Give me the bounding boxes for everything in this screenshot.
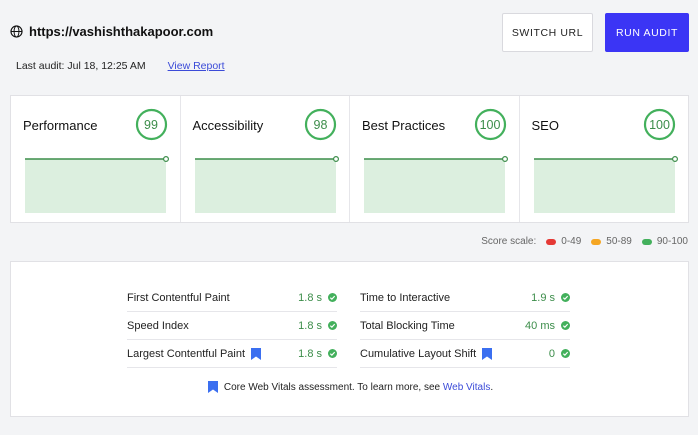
metric-total-blocking-time: Total Blocking Time 40 ms bbox=[360, 312, 570, 340]
legend-item-average: 50-89 bbox=[591, 236, 632, 247]
score-scale-label: Score scale: bbox=[481, 236, 537, 247]
url-row: https://vashishthakapoor.com bbox=[10, 24, 213, 39]
metrics-panel: First Contentful Paint 1.8 s Speed Index… bbox=[10, 261, 689, 417]
card-title: SEO bbox=[531, 118, 559, 133]
metric-value: 1.8 s bbox=[298, 319, 322, 332]
score-gauge: 99 bbox=[135, 108, 168, 141]
score-card-best-practices[interactable]: Best Practices 100 bbox=[350, 96, 520, 222]
score-gauge: 100 bbox=[474, 108, 507, 141]
red-pill-icon bbox=[546, 238, 557, 245]
audit-row: Last audit: Jul 18, 12:25 AM View Report bbox=[16, 60, 225, 72]
check-circle-icon bbox=[328, 349, 337, 358]
metric-value: 0 bbox=[548, 347, 555, 360]
score-trend-chart bbox=[364, 156, 508, 213]
metric-label-text: Time to Interactive bbox=[360, 291, 451, 304]
legend-range-label: 50-89 bbox=[606, 236, 632, 247]
footer-end: . bbox=[490, 381, 494, 393]
check-circle-icon bbox=[561, 293, 570, 302]
metric-label: Largest Contentful Paint bbox=[127, 347, 298, 360]
bookmark-icon bbox=[482, 347, 493, 360]
score-card-seo[interactable]: SEO 100 bbox=[520, 96, 689, 222]
metric-label: Cumulative Layout Shift bbox=[360, 347, 549, 360]
metric-label-text: Speed Index bbox=[127, 319, 189, 332]
footer-text: Core Web Vitals assessment. To learn mor… bbox=[223, 381, 441, 393]
metric-value: 40 ms bbox=[525, 319, 555, 332]
metric-first-contentful-paint: First Contentful Paint 1.8 s bbox=[127, 284, 337, 312]
card-title: Performance bbox=[23, 118, 98, 133]
metric-label: Time to Interactive bbox=[360, 292, 531, 304]
metric-label: Speed Index bbox=[127, 320, 298, 332]
legend-item-poor: 0-49 bbox=[546, 236, 581, 247]
metric-label: First Contentful Paint bbox=[127, 292, 298, 304]
site-url: https://vashishthakapoor.com bbox=[29, 24, 214, 39]
score-value: 99 bbox=[144, 117, 158, 132]
metric-value: 1.8 s bbox=[298, 291, 322, 304]
header: https://vashishthakapoor.com Last audit:… bbox=[0, 0, 698, 90]
score-value: 100 bbox=[649, 117, 670, 132]
last-audit-text: Last audit: Jul 18, 12:25 AM bbox=[16, 60, 146, 72]
metric-label-text: Total Blocking Time bbox=[360, 319, 455, 332]
card-title: Accessibility bbox=[192, 118, 264, 133]
metric-time-to-interactive: Time to Interactive 1.9 s bbox=[360, 284, 570, 312]
bookmark-icon bbox=[251, 347, 262, 360]
metric-label-text: Cumulative Layout Shift bbox=[360, 347, 477, 360]
metric-label-text: Largest Contentful Paint bbox=[127, 347, 246, 360]
metric-largest-contentful-paint: Largest Contentful Paint 1.8 s bbox=[127, 340, 337, 368]
metric-cumulative-layout-shift: Cumulative Layout Shift 0 bbox=[360, 340, 570, 368]
metric-label: Total Blocking Time bbox=[360, 320, 525, 332]
score-card-accessibility[interactable]: Accessibility 98 bbox=[181, 96, 350, 222]
view-report-link[interactable]: View Report bbox=[168, 60, 225, 72]
bookmark-icon bbox=[207, 381, 218, 393]
metric-label-text: First Contentful Paint bbox=[127, 291, 230, 304]
run-audit-button[interactable]: RUN AUDIT bbox=[605, 13, 689, 52]
metric-value: 1.8 s bbox=[298, 347, 322, 360]
legend-range-label: 90-100 bbox=[656, 236, 688, 247]
score-trend-chart bbox=[533, 156, 678, 213]
web-vitals-link[interactable]: Web Vitals bbox=[443, 382, 490, 393]
score-value: 100 bbox=[479, 117, 501, 132]
switch-url-button[interactable]: SWITCH URL bbox=[502, 13, 593, 52]
score-gauge: 98 bbox=[304, 108, 337, 141]
check-circle-icon bbox=[328, 293, 337, 302]
score-gauge: 100 bbox=[643, 108, 676, 141]
metric-value: 1.9 s bbox=[531, 291, 555, 304]
check-circle-icon bbox=[561, 321, 570, 330]
check-circle-icon bbox=[561, 349, 570, 358]
orange-pill-icon bbox=[591, 238, 602, 245]
green-pill-icon bbox=[641, 238, 652, 245]
card-title: Best Practices bbox=[362, 118, 446, 133]
score-value: 98 bbox=[313, 117, 328, 132]
metric-speed-index: Speed Index 1.8 s bbox=[127, 312, 337, 340]
score-trend-chart bbox=[194, 156, 339, 213]
legend-range-label: 0-49 bbox=[561, 236, 582, 247]
score-scale-legend: Score scale: 0-49 50-89 90-100 bbox=[481, 236, 688, 247]
globe-icon bbox=[10, 25, 23, 38]
score-card-performance[interactable]: Performance 99 bbox=[11, 96, 181, 222]
score-cards: Performance 99 Accessibility 98 Best Pra bbox=[10, 95, 689, 223]
core-web-vitals-note: Core Web Vitals assessment. To learn mor… bbox=[11, 381, 690, 393]
check-circle-icon bbox=[328, 321, 337, 330]
score-trend-chart bbox=[25, 156, 169, 213]
legend-item-good: 90-100 bbox=[641, 236, 688, 247]
